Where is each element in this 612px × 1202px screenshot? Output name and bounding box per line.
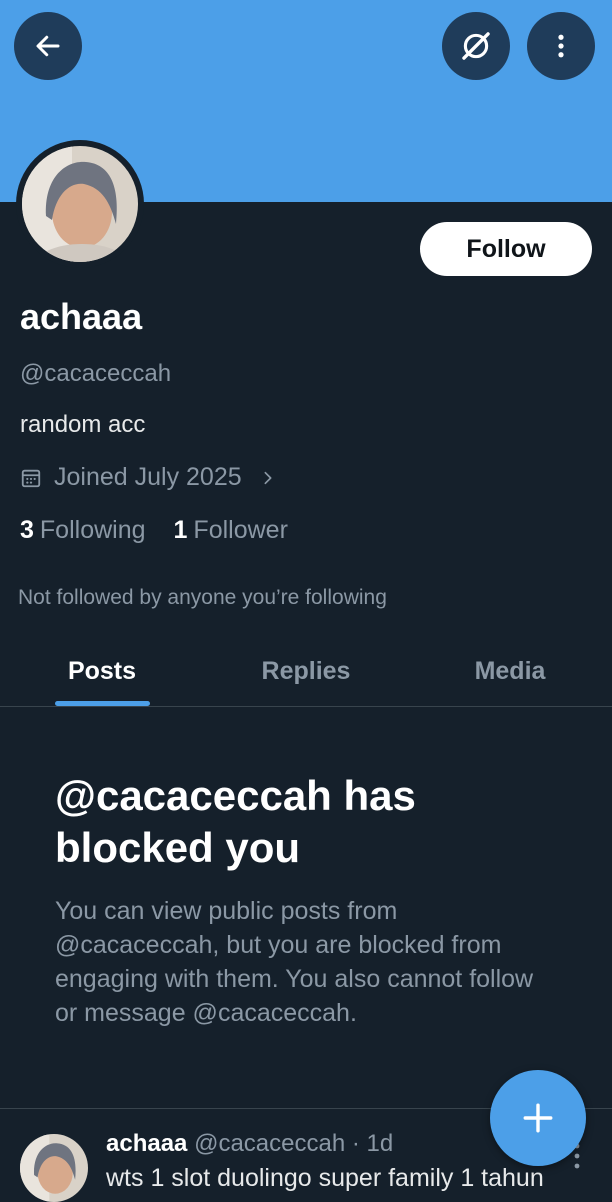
followers-label: Follower [193,516,288,544]
avatar [22,146,138,262]
back-button[interactable] [14,12,82,80]
compose-button[interactable] [490,1070,586,1166]
calendar-icon [21,469,41,487]
tab-replies[interactable]: Replies [204,636,408,706]
post-header: achaaa @cacaceccah · 1d [106,1130,393,1158]
profile-name: achaaa [20,296,143,337]
chevron-right-icon [264,471,272,484]
tab-posts[interactable]: Posts [0,636,204,706]
grok-icon [462,32,490,60]
not-followed-note: Not followed by anyone you’re following [18,586,387,609]
active-tab-indicator [55,701,150,706]
follow-button[interactable]: Follow [420,222,592,276]
post-author-name[interactable]: achaaa [106,1130,187,1157]
post-avatar[interactable] [20,1134,88,1202]
profile-avatar[interactable] [16,140,144,268]
followers-stat[interactable]: 1 Follower [174,516,288,545]
joined-label: Joined July 2025 [54,463,242,491]
profile-tabs: Posts Replies Media [0,636,612,707]
more-vertical-icon [558,34,564,58]
following-label: Following [39,516,146,544]
plus-icon [523,1103,553,1133]
profile-bio: random acc [20,411,146,438]
post-author-handle: @cacaceccah [194,1130,346,1157]
blocked-description: You can view public posts from @cacacecc… [55,897,534,1027]
more-options-button[interactable] [527,12,595,80]
followers-count: 1 [173,516,188,544]
following-count: 3 [20,516,34,544]
joined-date[interactable]: Joined July 2025 [20,463,276,492]
post-time: · 1d [351,1130,394,1157]
following-stat[interactable]: 3 Following [20,516,146,545]
post-text[interactable]: wts 1 slot duolingo super family 1 tahun [106,1164,544,1193]
grok-button[interactable] [442,12,510,80]
tab-media[interactable]: Media [408,636,612,706]
profile-handle: @cacaceccah [20,360,172,387]
arrow-left-icon [36,35,60,57]
follow-stats: 3 Following 1 Follower [20,516,316,545]
blocked-title: @cacaceccah has blocked you [55,772,416,871]
